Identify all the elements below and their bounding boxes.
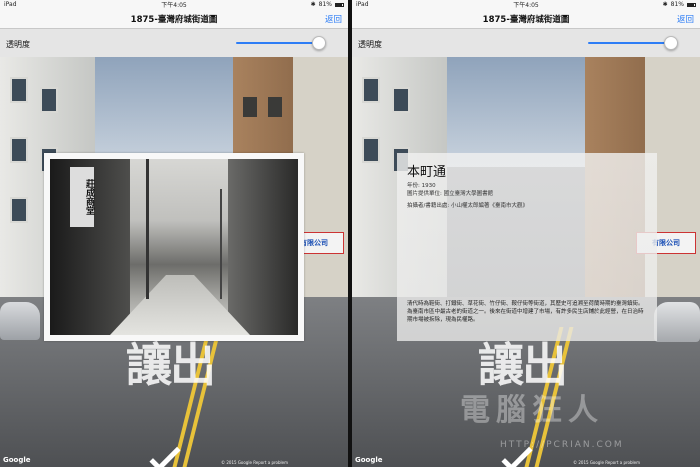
- info-title: 本町通: [407, 165, 447, 180]
- parked-car: [0, 302, 40, 340]
- transparency-slider-knob[interactable]: [664, 36, 678, 50]
- clock: 下午4:05: [513, 2, 539, 9]
- page-title: 1875-臺灣府城街道圖: [482, 15, 570, 25]
- page-title: 1875-臺灣府城街道圖: [130, 15, 218, 25]
- google-logo: Google: [355, 456, 383, 464]
- transparency-label: 透明度: [6, 40, 30, 49]
- watermark-url: HTTP://PCRIAN.COM: [500, 440, 624, 450]
- status-bar: iPad 下午4:05 ✱ 81%: [352, 0, 700, 9]
- nav-bar: 1875-臺灣府城街道圖 返回: [352, 9, 700, 29]
- status-bar: iPad 下午4:05 ✱ 81%: [0, 0, 348, 9]
- copyright: © 2015 Google Report a problem: [573, 460, 640, 465]
- historic-photo-overlay[interactable]: 莊成商堂: [44, 153, 304, 341]
- historic-photo: 莊成商堂: [50, 159, 298, 335]
- info-author: 拍攝者/書籍出處: 小山權太郎編著《臺南市大觀》: [407, 203, 528, 209]
- battery-icon: [687, 2, 696, 7]
- info-body: 清代時為鞋街、打鐵街、草花街、竹仔街、鞍仔街等街道，其歷史可追溯至荷蘭時期的臺灣…: [407, 301, 644, 323]
- copyright: © 2015 Google Report a problem: [221, 460, 288, 465]
- google-logo: Google: [3, 456, 31, 464]
- transparency-label: 透明度: [358, 40, 382, 49]
- parked-car: [654, 302, 700, 342]
- info-year: 年份: 1930: [407, 183, 436, 189]
- transparency-bar: 透明度: [352, 29, 700, 57]
- battery-icon: [335, 2, 344, 7]
- info-card[interactable]: 本町通 年份: 1930 圖片提供單位: 國立臺灣大學圖書館 拍攝者/書籍出處:…: [397, 153, 657, 341]
- transparency-bar: 透明度: [0, 29, 348, 57]
- nav-bar: 1875-臺灣府城街道圖 返回: [0, 9, 348, 29]
- app-split-view: iPad 下午4:05 ✱ 81% 1875-臺灣府城街道圖 返回 透明度 有限…: [0, 0, 700, 467]
- left-screen: iPad 下午4:05 ✱ 81% 1875-臺灣府城街道圖 返回 透明度 有限…: [0, 0, 348, 467]
- transparency-slider-knob[interactable]: [312, 36, 326, 50]
- back-button[interactable]: 返回: [677, 13, 694, 25]
- clock: 下午4:05: [161, 2, 187, 9]
- info-source: 圖片提供單位: 國立臺灣大學圖書館: [407, 190, 494, 197]
- watermark-text: 電腦狂人: [460, 393, 604, 428]
- road-marking-text: 讓出: [478, 338, 568, 392]
- road-marking-text: 讓出: [126, 338, 216, 392]
- back-button[interactable]: 返回: [325, 13, 342, 25]
- photo-shop-sign: 莊成商堂: [70, 167, 94, 227]
